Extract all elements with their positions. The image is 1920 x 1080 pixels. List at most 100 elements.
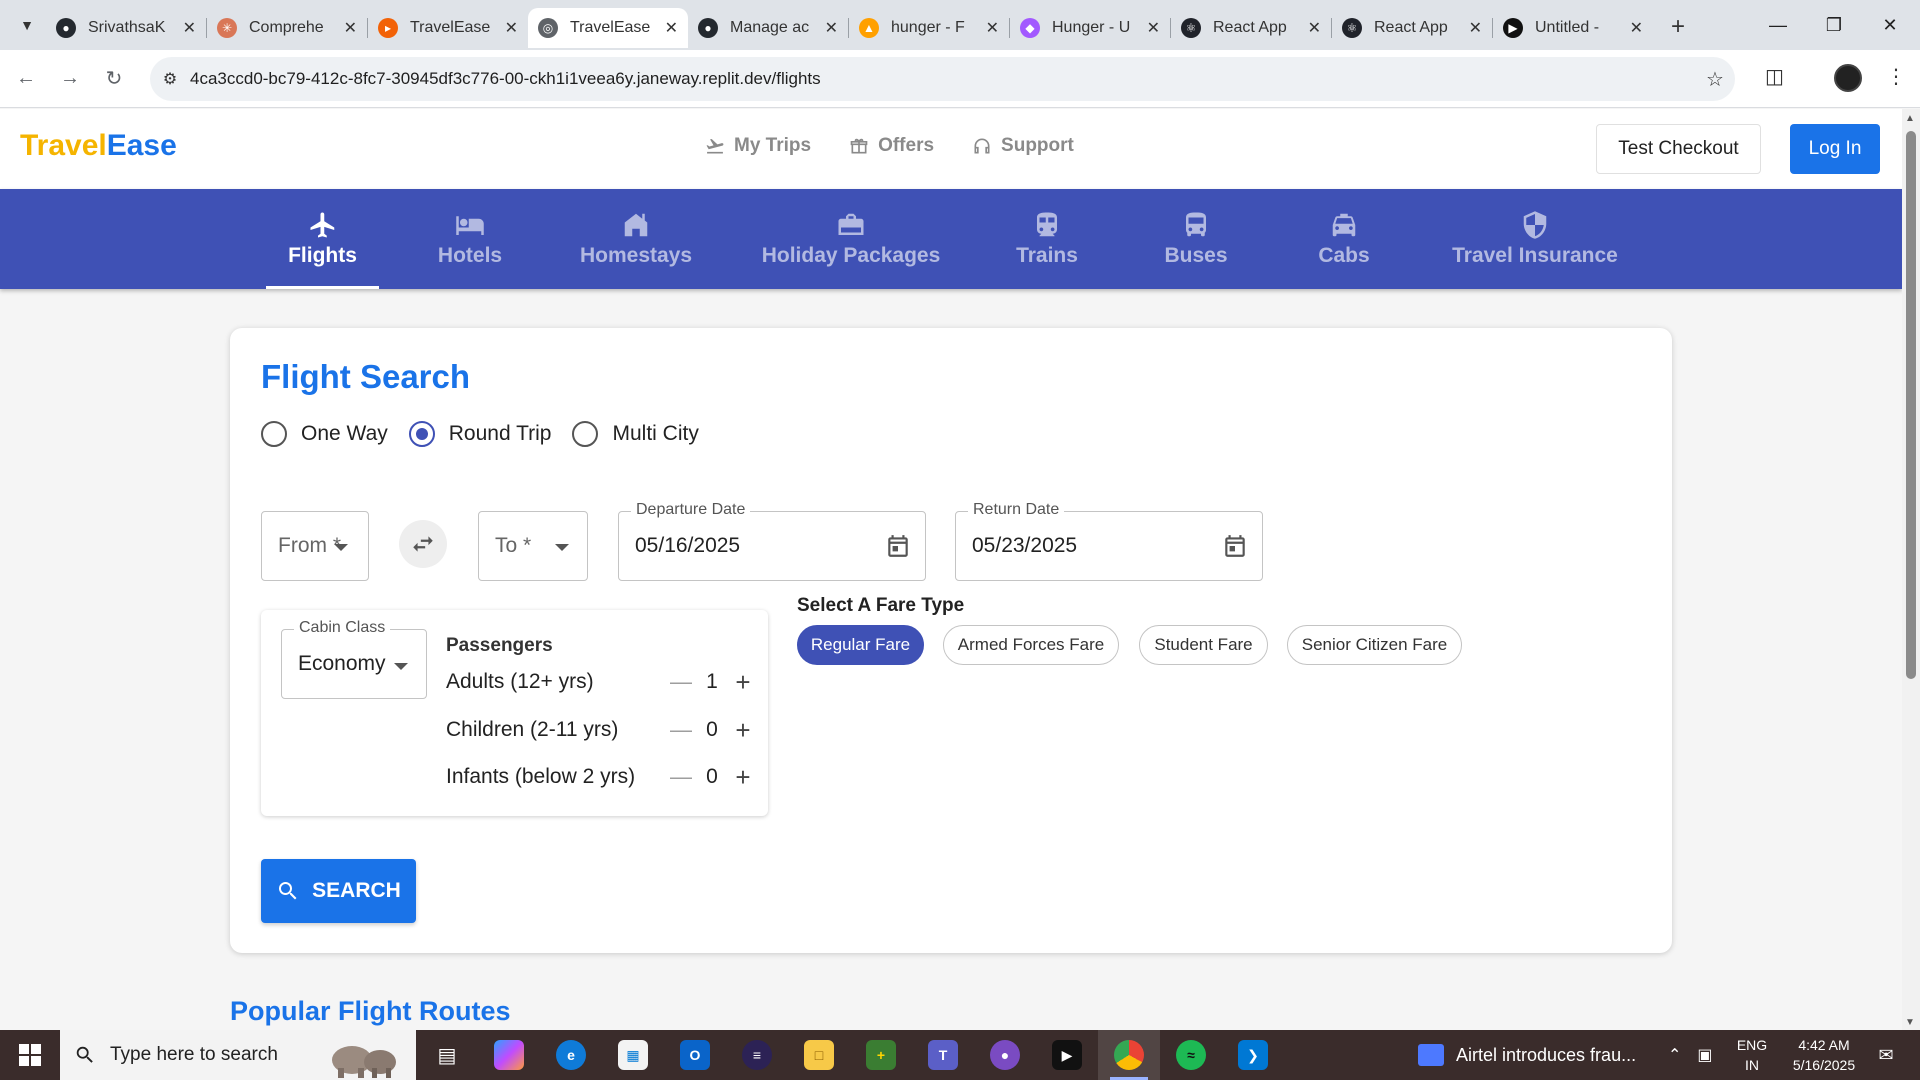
browser-tab[interactable]: ▲ hunger - F ✕	[849, 8, 1009, 48]
tab-search-chevron-icon[interactable]: ▼	[8, 6, 46, 44]
restore-icon[interactable]: ❐	[1806, 0, 1862, 50]
new-tab-button[interactable]: +	[1661, 10, 1695, 44]
departure-date-field[interactable]: Departure Date 05/16/2025	[618, 501, 926, 581]
scroll-down-icon[interactable]: ▼	[1905, 1017, 1915, 1028]
test-checkout-button[interactable]: Test Checkout	[1596, 124, 1761, 174]
close-tab-icon[interactable]: ✕	[183, 18, 196, 38]
app-plus-icon[interactable]: +	[850, 1030, 912, 1080]
calendar-icon[interactable]	[1222, 533, 1248, 559]
close-tab-icon[interactable]: ✕	[1308, 18, 1321, 38]
spotify-icon[interactable]: ≈	[1160, 1030, 1222, 1080]
close-tab-icon[interactable]: ✕	[1630, 18, 1643, 38]
browser-tab[interactable]: ● SrivathsaK ✕	[46, 8, 206, 48]
edge-icon[interactable]: e	[540, 1030, 602, 1080]
return-date-value[interactable]: 05/23/2025	[972, 534, 1077, 558]
radio-ring[interactable]	[261, 421, 287, 447]
taskbar-clock[interactable]: 4:42 AM 5/16/2025	[1776, 1030, 1872, 1080]
teams-icon[interactable]: T	[912, 1030, 974, 1080]
close-window-icon[interactable]: ✕	[1862, 0, 1918, 50]
tab-cabs[interactable]: Cabs	[1314, 189, 1374, 289]
radio-ring[interactable]	[572, 421, 599, 447]
outlook-icon[interactable]: O	[664, 1030, 726, 1080]
extensions-icon[interactable]: ◫	[1765, 64, 1784, 89]
task-view-icon[interactable]: ▤	[416, 1030, 478, 1080]
decrement-infants-button[interactable]: —	[668, 764, 694, 790]
windows-start-icon[interactable]	[0, 1030, 60, 1080]
site-info-icon[interactable]: ⚙	[150, 69, 190, 89]
forward-icon[interactable]: →	[52, 61, 88, 97]
nav-support[interactable]: Support	[972, 135, 1074, 157]
search-button[interactable]: SEARCH	[261, 859, 416, 923]
address-bar[interactable]: ⚙ 4ca3ccd0-bc79-412c-8fc7-30945df3c776-0…	[150, 57, 1735, 101]
microsoft-store-icon[interactable]: ▦	[602, 1030, 664, 1080]
radio-round-trip[interactable]: Round Trip	[408, 421, 551, 447]
browser-tab[interactable]: ● Manage ac ✕	[688, 8, 848, 48]
login-button[interactable]: Log In	[1790, 124, 1880, 174]
fare-chip-senior-citizen[interactable]: Senior Citizen Fare	[1287, 625, 1462, 665]
traveleaselogo[interactable]: TravelEase	[20, 129, 177, 163]
github-desktop-icon[interactable]: ●	[974, 1030, 1036, 1080]
url-text[interactable]: 4ca3ccd0-bc79-412c-8fc7-30945df3c776-00-…	[190, 69, 1695, 89]
close-tab-icon[interactable]: ✕	[1147, 18, 1160, 38]
radio-one-way[interactable]: One Way	[261, 421, 388, 447]
page-scrollbar[interactable]: ▲ ▼	[1902, 109, 1920, 1030]
close-tab-icon[interactable]: ✕	[986, 18, 999, 38]
nav-my-trips[interactable]: My Trips	[705, 135, 811, 157]
departure-date-value[interactable]: 05/16/2025	[635, 534, 740, 558]
copilot-icon[interactable]	[478, 1030, 540, 1080]
chrome-icon[interactable]	[1098, 1030, 1160, 1080]
file-explorer-icon[interactable]: □	[788, 1030, 850, 1080]
nav-offers[interactable]: Offers	[849, 135, 934, 157]
tab-holiday-packages[interactable]: Holiday Packages	[757, 189, 945, 289]
eclipse-icon[interactable]: ≡	[726, 1030, 788, 1080]
tab-trains[interactable]: Trains	[1011, 189, 1083, 289]
calendar-icon[interactable]	[885, 533, 911, 559]
browser-tab[interactable]: ⚛ React App ✕	[1332, 8, 1492, 48]
fare-chip-regular[interactable]: Regular Fare	[797, 625, 924, 665]
browser-tab[interactable]: ✳ Comprehe ✕	[207, 8, 367, 48]
profile-avatar[interactable]	[1834, 64, 1862, 92]
minimize-icon[interactable]: —	[1750, 0, 1806, 50]
fare-chip-armed-forces[interactable]: Armed Forces Fare	[943, 625, 1119, 665]
close-tab-icon[interactable]: ✕	[505, 18, 518, 38]
swap-button[interactable]	[399, 520, 447, 568]
browser-tab[interactable]: ◆ Hunger - U ✕	[1010, 8, 1170, 48]
scrollbar-thumb[interactable]	[1906, 131, 1916, 679]
reload-icon[interactable]: ↻	[96, 61, 132, 97]
language-indicator[interactable]: ENG IN	[1732, 1030, 1772, 1080]
tab-homestays[interactable]: Homestays	[576, 189, 696, 289]
radio-ring-selected[interactable]	[408, 421, 435, 447]
browser-tab[interactable]: ▶ Untitled - ✕	[1493, 8, 1653, 48]
decrement-children-button[interactable]: —	[668, 717, 694, 743]
close-tab-icon[interactable]: ✕	[344, 18, 357, 38]
terminal-app-icon[interactable]: ▶	[1036, 1030, 1098, 1080]
taskbar-search[interactable]: Type here to search	[60, 1030, 416, 1080]
news-widget[interactable]: Airtel introduces frau...	[1418, 1030, 1636, 1080]
cabin-class-select[interactable]: Cabin Class Economy	[281, 619, 427, 699]
increment-children-button[interactable]: +	[730, 715, 756, 746]
to-select[interactable]: To *	[478, 511, 588, 581]
decrement-adults-button[interactable]: —	[668, 669, 694, 695]
tray-chevron-up-icon[interactable]: ⌃	[1668, 1045, 1681, 1065]
from-select[interactable]: From *	[261, 511, 369, 581]
return-date-field[interactable]: Return Date 05/23/2025	[955, 501, 1263, 581]
fare-chip-student[interactable]: Student Fare	[1139, 625, 1268, 665]
browser-tab[interactable]: ◎ TravelEase ✕	[528, 8, 688, 48]
browser-tab[interactable]: ▸ TravelEase ✕	[368, 8, 528, 48]
notifications-icon[interactable]: ✉	[1866, 1030, 1906, 1080]
tab-buses[interactable]: Buses	[1158, 189, 1234, 289]
increment-adults-button[interactable]: +	[730, 667, 756, 698]
tab-hotels[interactable]: Hotels	[430, 189, 510, 289]
scroll-up-icon[interactable]: ▲	[1905, 113, 1915, 124]
close-tab-icon[interactable]: ✕	[825, 18, 838, 38]
radio-multi-city[interactable]: Multi City	[572, 421, 699, 447]
tray-device-icon[interactable]: ▣	[1697, 1045, 1712, 1065]
menu-kebab-icon[interactable]: ⋮	[1886, 64, 1906, 89]
tab-travel-insurance[interactable]: Travel Insurance	[1452, 189, 1618, 289]
close-tab-icon[interactable]: ✕	[1469, 18, 1482, 38]
increment-infants-button[interactable]: +	[730, 762, 756, 793]
close-tab-icon[interactable]: ✕	[665, 18, 678, 38]
tab-flights[interactable]: Flights	[266, 189, 379, 289]
browser-tab[interactable]: ⚛ React App ✕	[1171, 8, 1331, 48]
bookmark-star-icon[interactable]: ☆	[1695, 67, 1735, 92]
